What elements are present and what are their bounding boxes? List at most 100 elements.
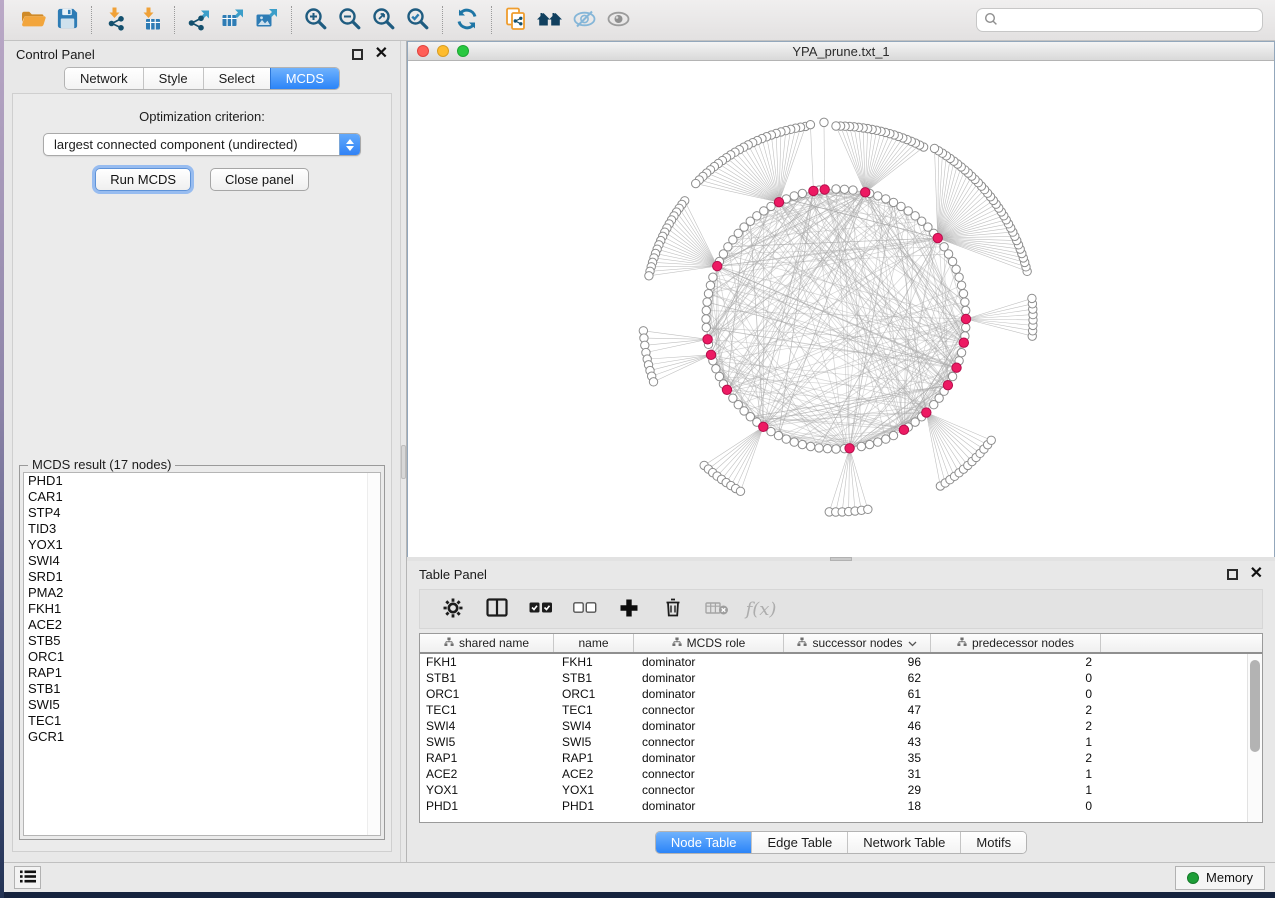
- table-row[interactable]: FKH1 FKH1 dominator 96 2: [420, 654, 1262, 670]
- cell-successor-nodes: 47: [784, 702, 931, 718]
- table-scrollbar[interactable]: [1247, 654, 1262, 822]
- mcds-result-item[interactable]: RAP1: [24, 665, 380, 681]
- table-row[interactable]: ORC1 ORC1 dominator 61 0: [420, 686, 1262, 702]
- memory-status-icon: [1187, 872, 1199, 884]
- mcds-result-item[interactable]: STB1: [24, 681, 380, 697]
- tab-edge-table[interactable]: Edge Table: [751, 832, 847, 853]
- task-history-button[interactable]: [14, 866, 41, 889]
- deselect-all-button[interactable]: [568, 593, 602, 625]
- splitter-handle[interactable]: [401, 445, 406, 479]
- tab-mcds[interactable]: MCDS: [270, 68, 339, 89]
- table-row[interactable]: TEC1 TEC1 connector 47 2: [420, 702, 1262, 718]
- mcds-result-item[interactable]: STP4: [24, 505, 380, 521]
- cell-shared-name: PHD1: [420, 798, 554, 814]
- mcds-result-item[interactable]: YOX1: [24, 537, 380, 553]
- network-canvas[interactable]: [408, 61, 1274, 559]
- memory-button[interactable]: Memory: [1175, 866, 1265, 890]
- table-row[interactable]: STB1 STB1 dominator 62 0: [420, 670, 1262, 686]
- table-header-row: shared name name MCDS role s: [420, 634, 1262, 654]
- import-network-button[interactable]: [99, 4, 133, 36]
- column-header-shared-name[interactable]: shared name: [420, 634, 554, 652]
- toolbar-separator: [442, 6, 443, 34]
- zoom-in-button[interactable]: [299, 4, 333, 36]
- close-panel-icon[interactable]: ✕: [1250, 566, 1263, 582]
- export-image-button[interactable]: [250, 4, 284, 36]
- save-button[interactable]: [50, 4, 84, 36]
- mcds-result-item[interactable]: SWI5: [24, 697, 380, 713]
- mcds-result-item[interactable]: FKH1: [24, 601, 380, 617]
- splitter-handle[interactable]: [830, 557, 852, 561]
- close-panel-button[interactable]: Close panel: [210, 168, 309, 191]
- first-neighbors-button[interactable]: [533, 4, 567, 36]
- tree-icon: [444, 636, 454, 650]
- table-row[interactable]: SWI5 SWI5 connector 43 1: [420, 734, 1262, 750]
- table-row[interactable]: SWI4 SWI4 dominator 46 2: [420, 718, 1262, 734]
- mcds-result-item[interactable]: ORC1: [24, 649, 380, 665]
- tab-motifs[interactable]: Motifs: [960, 832, 1026, 853]
- vertical-splitter[interactable]: [400, 41, 407, 862]
- search-field[interactable]: [976, 8, 1263, 32]
- column-header-name[interactable]: name: [554, 634, 634, 652]
- mcds-result-item[interactable]: PMA2: [24, 585, 380, 601]
- result-list-scrollbar[interactable]: [367, 473, 380, 835]
- table-row[interactable]: ACE2 ACE2 connector 31 1: [420, 766, 1262, 782]
- network-graph[interactable]: [408, 61, 1274, 556]
- cell-name: STB1: [554, 670, 634, 686]
- show-columns-button[interactable]: [480, 593, 514, 625]
- delete-column-button[interactable]: [656, 593, 690, 625]
- tab-network-table[interactable]: Network Table: [847, 832, 960, 853]
- mcds-result-item[interactable]: STB5: [24, 633, 380, 649]
- import-table-button[interactable]: [133, 4, 167, 36]
- mcds-result-item[interactable]: ACE2: [24, 617, 380, 633]
- cell-mcds-role: dominator: [634, 798, 784, 814]
- search-input[interactable]: [1003, 13, 1255, 27]
- zoom-selected-button[interactable]: [401, 4, 435, 36]
- mcds-result-item[interactable]: CAR1: [24, 489, 380, 505]
- float-panel-icon[interactable]: [1227, 569, 1238, 580]
- close-panel-icon[interactable]: ✕: [375, 46, 388, 62]
- delete-table-button[interactable]: [700, 593, 734, 625]
- tab-style[interactable]: Style: [143, 68, 203, 89]
- run-mcds-button[interactable]: Run MCDS: [95, 168, 191, 191]
- select-all-button[interactable]: [524, 593, 558, 625]
- criterion-dropdown-value: largest connected component (undirected): [44, 137, 339, 152]
- add-column-button[interactable]: [612, 593, 646, 625]
- table-scrollbar-thumb[interactable]: [1250, 660, 1260, 752]
- table-row[interactable]: PHD1 PHD1 dominator 18 0: [420, 798, 1262, 814]
- network-window-title: YPA_prune.txt_1: [408, 44, 1274, 59]
- network-window-titlebar[interactable]: YPA_prune.txt_1: [408, 42, 1274, 61]
- zoom-fit-button[interactable]: [367, 4, 401, 36]
- cell-predecessor-nodes: 0: [931, 686, 1101, 702]
- column-header-successor-nodes[interactable]: successor nodes: [784, 634, 931, 652]
- tab-select[interactable]: Select: [203, 68, 270, 89]
- tab-node-table[interactable]: Node Table: [656, 832, 752, 853]
- zoom-out-button[interactable]: [333, 4, 367, 36]
- cell-shared-name: FKH1: [420, 654, 554, 670]
- mcds-result-item[interactable]: SWI4: [24, 553, 380, 569]
- mcds-result-item[interactable]: TEC1: [24, 713, 380, 729]
- hide-selected-button[interactable]: [567, 4, 601, 36]
- table-row[interactable]: YOX1 YOX1 connector 29 1: [420, 782, 1262, 798]
- criterion-dropdown[interactable]: largest connected component (undirected): [43, 133, 361, 156]
- mcds-result-item[interactable]: TID3: [24, 521, 380, 537]
- table-settings-button[interactable]: [436, 593, 470, 625]
- mcds-result-item[interactable]: SRD1: [24, 569, 380, 585]
- table-row[interactable]: RAP1 RAP1 dominator 35 2: [420, 750, 1262, 766]
- float-panel-icon[interactable]: [352, 49, 363, 60]
- copy-network-button[interactable]: [499, 4, 533, 36]
- refresh-button[interactable]: [450, 4, 484, 36]
- tab-network[interactable]: Network: [65, 68, 143, 89]
- apply-function-button[interactable]: f(x): [744, 593, 778, 625]
- toolbar-separator: [491, 6, 492, 34]
- horizontal-splitter[interactable]: [407, 557, 1275, 561]
- export-table-button[interactable]: [216, 4, 250, 36]
- export-network-button[interactable]: [182, 4, 216, 36]
- column-header-predecessor-nodes[interactable]: predecessor nodes: [931, 634, 1101, 652]
- status-bar: Memory: [4, 862, 1275, 892]
- open-file-button[interactable]: [16, 4, 50, 36]
- mcds-result-item[interactable]: PHD1: [24, 473, 380, 489]
- column-header-mcds-role[interactable]: MCDS role: [634, 634, 784, 652]
- control-panel-header: Control Panel ✕: [4, 41, 400, 67]
- show-all-button[interactable]: [601, 4, 635, 36]
- mcds-result-item[interactable]: GCR1: [24, 729, 380, 745]
